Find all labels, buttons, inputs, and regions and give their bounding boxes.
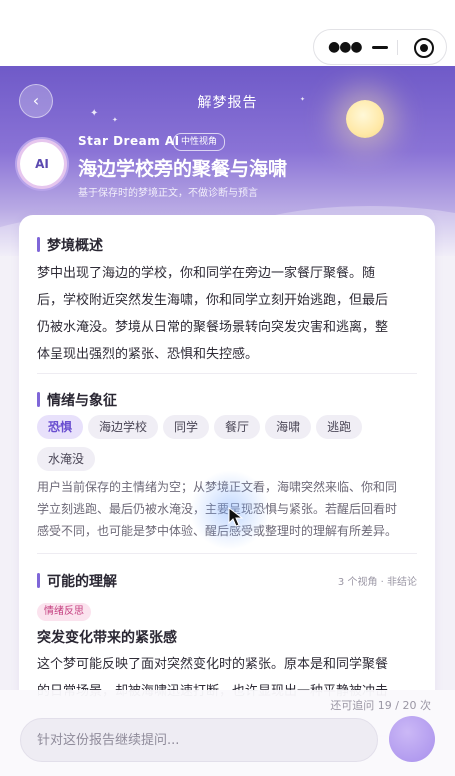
- report-subtitle: 基于保存时的梦境正文，不做诊断与预言: [78, 188, 258, 199]
- capsule-divider: [397, 40, 398, 55]
- text-line: 后，学校附近突然发生海啸，你和同学立刻开始逃跑，但最后: [37, 293, 389, 308]
- report-title: 海边学校旁的聚餐与海啸: [78, 158, 288, 180]
- star-icon: ✦: [112, 116, 118, 124]
- brand-name: Star Dream AI: [78, 134, 180, 148]
- tag-emotion[interactable]: 恐惧: [37, 415, 84, 439]
- section-heading-overview: 梦境概述: [37, 235, 103, 255]
- followup-quota: 还可追问 19 / 20 次: [330, 699, 431, 712]
- page-title: 解梦报告: [197, 95, 258, 111]
- minimize-icon[interactable]: [372, 46, 388, 49]
- pointer-cursor-icon: [228, 507, 244, 527]
- more-dots-icon[interactable]: ●●●: [328, 38, 363, 56]
- tag-symbol[interactable]: 逃跑: [316, 415, 363, 439]
- section-heading-interpretation: 可能的理解: [37, 571, 117, 591]
- tag-symbol[interactable]: 水淹没: [37, 447, 96, 471]
- tag-symbol[interactable]: 餐厅: [214, 415, 261, 439]
- overview-text: 梦中出现了海边的学校，你和同学在旁边一家餐厅聚餐。随 后，学校附近突然发生海啸，…: [37, 260, 415, 368]
- tag-symbol[interactable]: 海啸: [265, 415, 312, 439]
- text-line: 这个梦可能反映了面对突然变化时的紧张。原本是和同学聚餐: [37, 657, 389, 672]
- text-line: 仍被水淹没。梦境从日常的聚餐场景转向突发灾害和逃离，整: [37, 320, 389, 335]
- perspective-count: 3 个视角 · 非结论: [337, 577, 417, 588]
- interpretation-category-badge: 情绪反思: [37, 603, 91, 621]
- mini-program-capsule: ●●●: [313, 29, 447, 65]
- text-line: 梦中出现了海边的学校，你和同学在旁边一家餐厅聚餐。随: [37, 266, 376, 281]
- perspective-badge: 中性视角: [173, 133, 226, 151]
- tag-symbol[interactable]: 同学: [163, 415, 210, 439]
- tag-symbol[interactable]: 海边学校: [88, 415, 159, 439]
- followup-input[interactable]: [20, 718, 378, 762]
- send-button[interactable]: [389, 716, 435, 762]
- interpretation-title: 突发变化带来的紧张感: [37, 630, 177, 646]
- text-line: 体呈现出强烈的紧张、恐惧和失控感。: [37, 347, 259, 362]
- target-close-icon[interactable]: [414, 38, 434, 58]
- top-bar: ●●●: [0, 0, 455, 66]
- avatar: AI: [20, 142, 64, 186]
- section-heading-emotion: 情绪与象征: [37, 390, 117, 410]
- composer-bar: 还可追问 19 / 20 次: [0, 690, 455, 776]
- divider: [37, 373, 417, 374]
- divider: [37, 553, 417, 554]
